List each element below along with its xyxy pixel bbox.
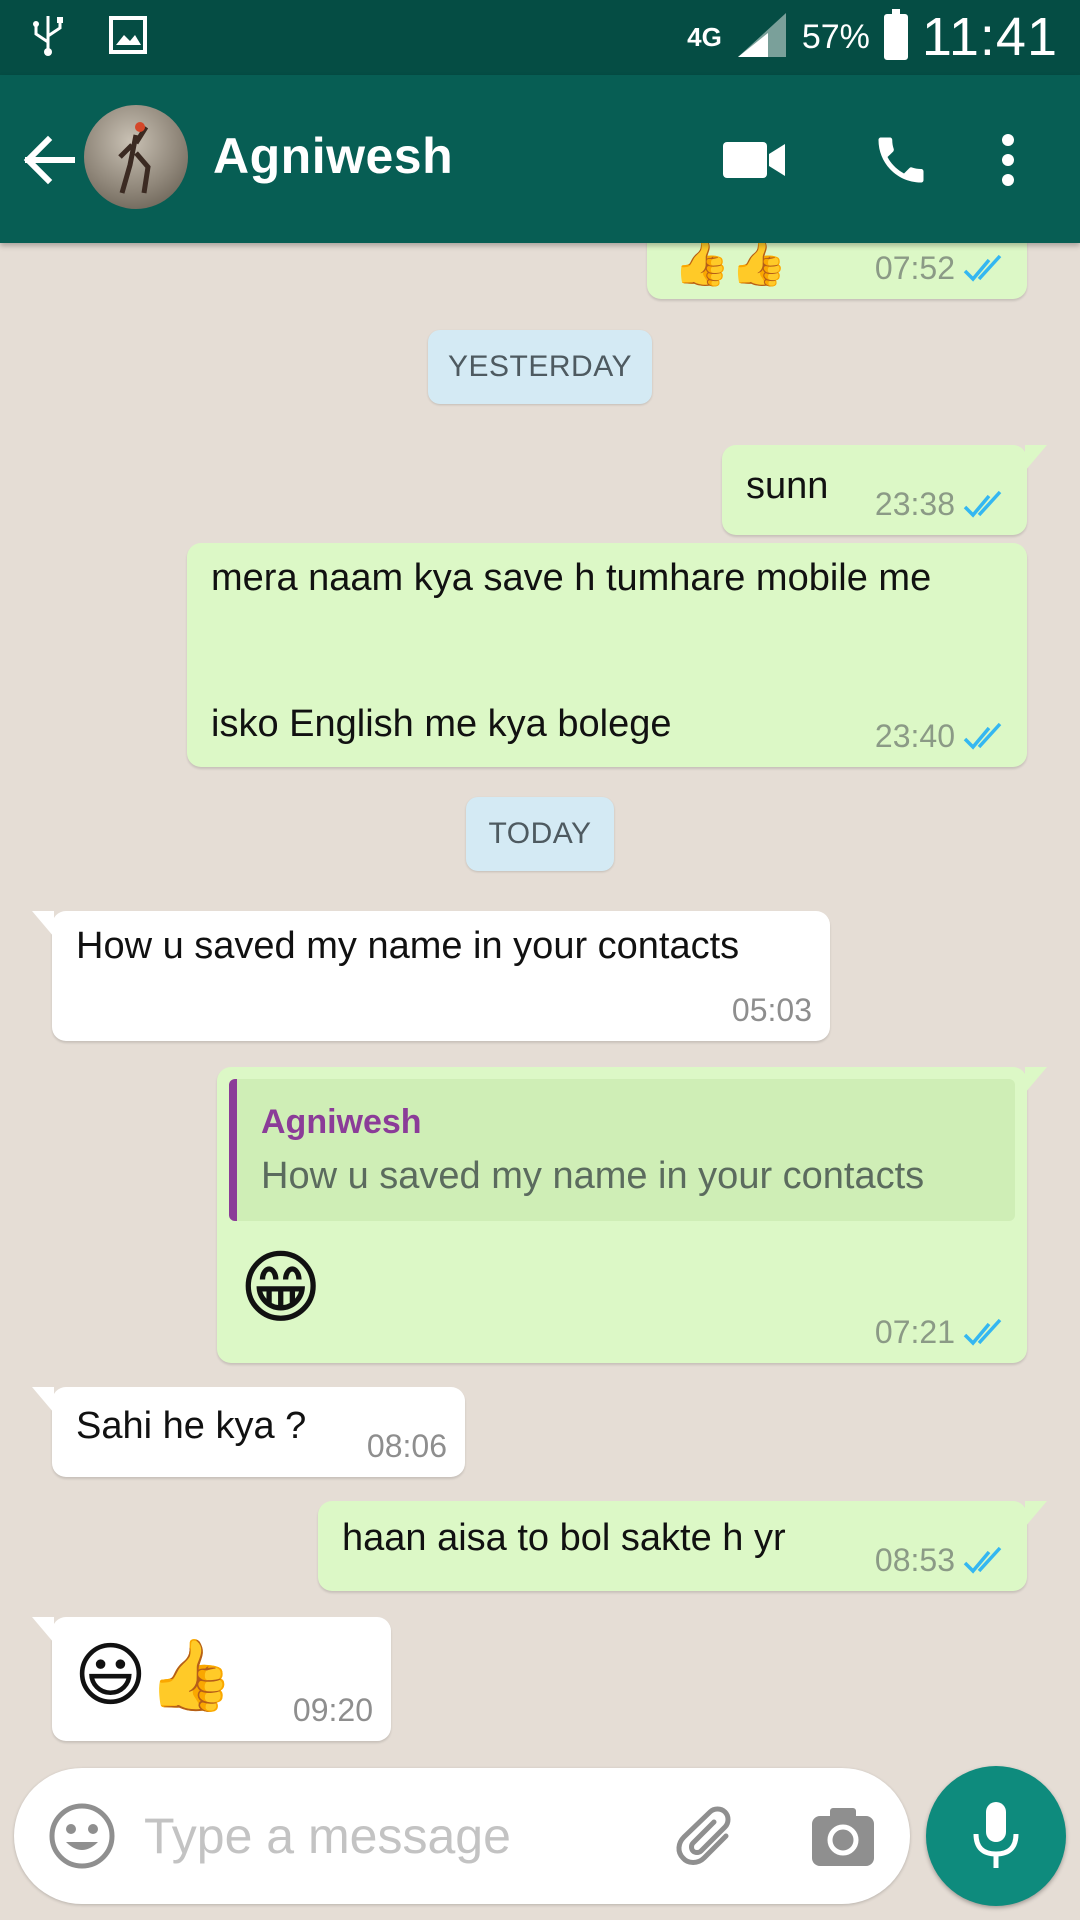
battery-charging-icon [883,9,908,60]
message-time: 23:38 [874,486,955,522]
video-call-icon[interactable] [720,125,790,195]
quote-author: Agniwesh [261,1103,422,1141]
composer [14,1768,910,1904]
message-meta: 23:40 [875,718,1009,755]
message-text: sunn [746,465,829,507]
message-meta: 08:06 [367,1428,447,1465]
read-receipt-icon [963,1318,1002,1346]
mic-button[interactable] [926,1766,1066,1906]
back-arrow-icon[interactable] [22,133,76,187]
message-time: 23:40 [874,718,955,754]
image-icon [108,15,148,60]
message-incoming[interactable]: 😃👍 09:20 [32,1617,391,1741]
message-time: 07:52 [874,250,955,286]
message-meta: 23:38 [875,486,1009,523]
message-time: 09:20 [292,1692,373,1728]
contact-avatar[interactable] [84,105,188,209]
date-divider: YESTERDAY [428,330,652,404]
message-meta: 05:03 [732,992,812,1029]
message-list[interactable]: 👍👍 07:52 YESTERDAY sunn 23:38 mera naam … [0,243,1080,1773]
message-input[interactable] [144,1798,664,1874]
read-receipt-icon [963,722,1002,750]
message-text-line: isko English me kya bolege [211,703,672,745]
smiley-thumbs-emoji: 😃👍 [74,1636,235,1714]
message-text: How u saved my name in your contacts [76,925,740,967]
more-options-icon[interactable] [973,125,1043,195]
emoji-icon[interactable] [46,1800,118,1872]
clock: 11:41 [921,7,1058,67]
signal-icon [736,11,788,64]
status-bar: 4G 57% 11:41 [0,0,1080,75]
message-incoming[interactable]: How u saved my name in your contacts 05:… [32,911,830,1041]
message-time: 08:06 [366,1428,447,1464]
attach-icon[interactable] [674,1804,744,1874]
message-meta: 07:21 [875,1314,1009,1351]
quoted-message[interactable]: Agniwesh How u saved my name in your con… [229,1079,1015,1221]
message-text: haan aisa to bol sakte h yr [342,1517,786,1559]
message-meta: 09:20 [293,1692,373,1729]
camera-icon[interactable] [810,1806,876,1868]
message-outgoing[interactable]: sunn 23:38 [722,445,1047,535]
read-receipt-icon [963,254,1002,282]
thumbs-up-emoji: 👍👍 [673,243,788,288]
read-receipt-icon [963,1546,1002,1574]
message-outgoing[interactable]: mera naam kya save h tumhare mobile me i… [187,543,1027,767]
message-meta: 07:52 [875,250,1009,287]
message-text: Sahi he kya ? [76,1405,307,1447]
date-divider: TODAY [466,797,614,871]
contact-name[interactable]: Agniwesh [213,127,453,185]
battery-percent: 57% [801,17,870,56]
message-outgoing[interactable]: haan aisa to bol sakte h yr 08:53 [318,1501,1047,1591]
message-incoming[interactable]: Sahi he kya ? 08:06 [32,1387,465,1477]
usb-icon [28,12,68,63]
read-receipt-icon [963,490,1002,518]
message-time: 07:21 [874,1314,955,1350]
phone-call-icon[interactable] [866,125,936,195]
grinning-emoji: 😁 [239,1243,323,1332]
mic-icon [973,1802,1019,1868]
message-outgoing[interactable]: 👍👍 07:52 [647,243,1027,299]
network-type: 4G [687,22,722,52]
message-outgoing-reply[interactable]: Agniwesh How u saved my name in your con… [217,1067,1047,1363]
quote-text: How u saved my name in your contacts [261,1155,925,1197]
chat-header: Agniwesh [0,75,1080,243]
message-time: 08:53 [874,1542,955,1578]
message-time: 05:03 [731,992,812,1028]
message-meta: 08:53 [875,1542,1009,1579]
message-text-line: mera naam kya save h tumhare mobile me [211,557,932,599]
